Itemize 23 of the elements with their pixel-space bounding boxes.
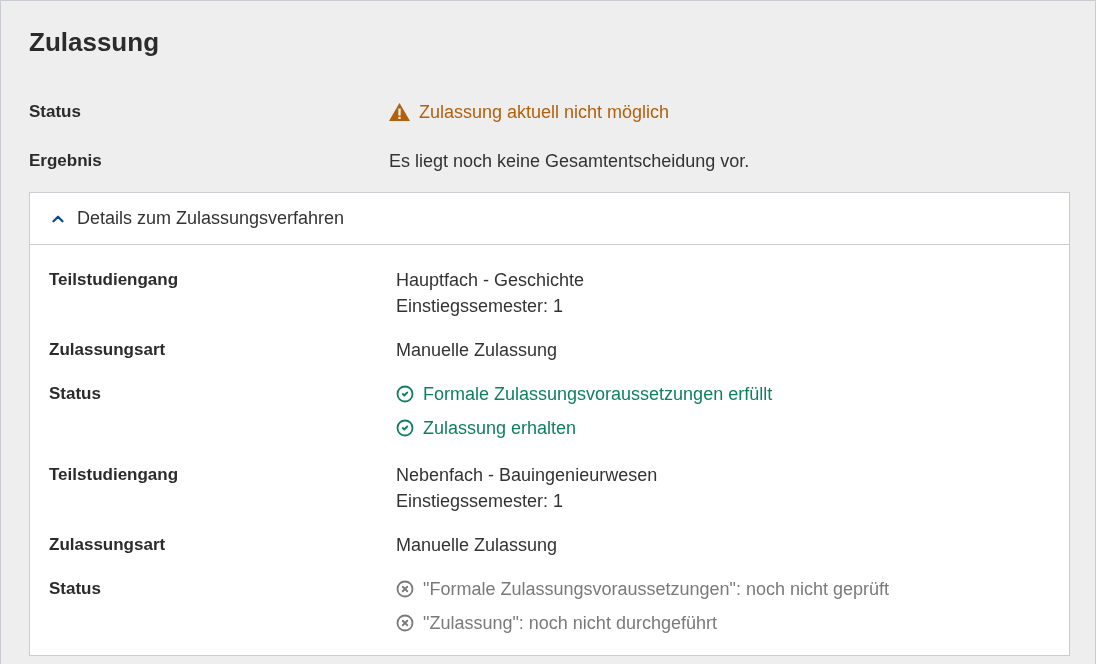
detail-label: Zulassungsart [49, 339, 167, 361]
details-toggle[interactable]: Details zum Zulassungsverfahren [30, 193, 1069, 245]
detail-label: Teilstudiengang [49, 464, 180, 486]
detail-label: Teilstudiengang [49, 269, 180, 291]
detail-label: Zulassungsart [49, 534, 167, 556]
status-warning-text: Zulassung aktuell nicht möglich [419, 100, 670, 124]
detail-value: Hauptfach - Geschichte [396, 269, 585, 292]
detail-value: Einstiegssemester: 1 [396, 295, 565, 318]
page-title: Zulassung [29, 26, 159, 59]
status-text: "Formale Zulassungsvoraussetzungen": noch nicht geprüft [423, 577, 890, 601]
detail-value: Einstiegssemester: 1 [396, 490, 565, 513]
detail-label: Status [49, 578, 102, 600]
detail-value: Nebenfach - Bauingenieurwesen [396, 464, 658, 487]
summary-label: Ergebnis [29, 150, 103, 172]
result-text: Es liegt noch keine Gesamtentscheidung vor. [389, 150, 750, 173]
status-text: Zulassung erhalten [423, 416, 577, 440]
status-text: "Zulassung": noch nicht durchgeführt [423, 611, 717, 635]
detail-value: Manuelle Zulassung [396, 339, 558, 362]
summary-label: Status [29, 101, 82, 123]
warning-icon [389, 103, 410, 121]
status-text: Formale Zulassungsvoraussetzungen erfüllt [423, 382, 773, 406]
detail-label: Status [49, 383, 102, 405]
detail-value: Manuelle Zulassung [396, 534, 558, 557]
